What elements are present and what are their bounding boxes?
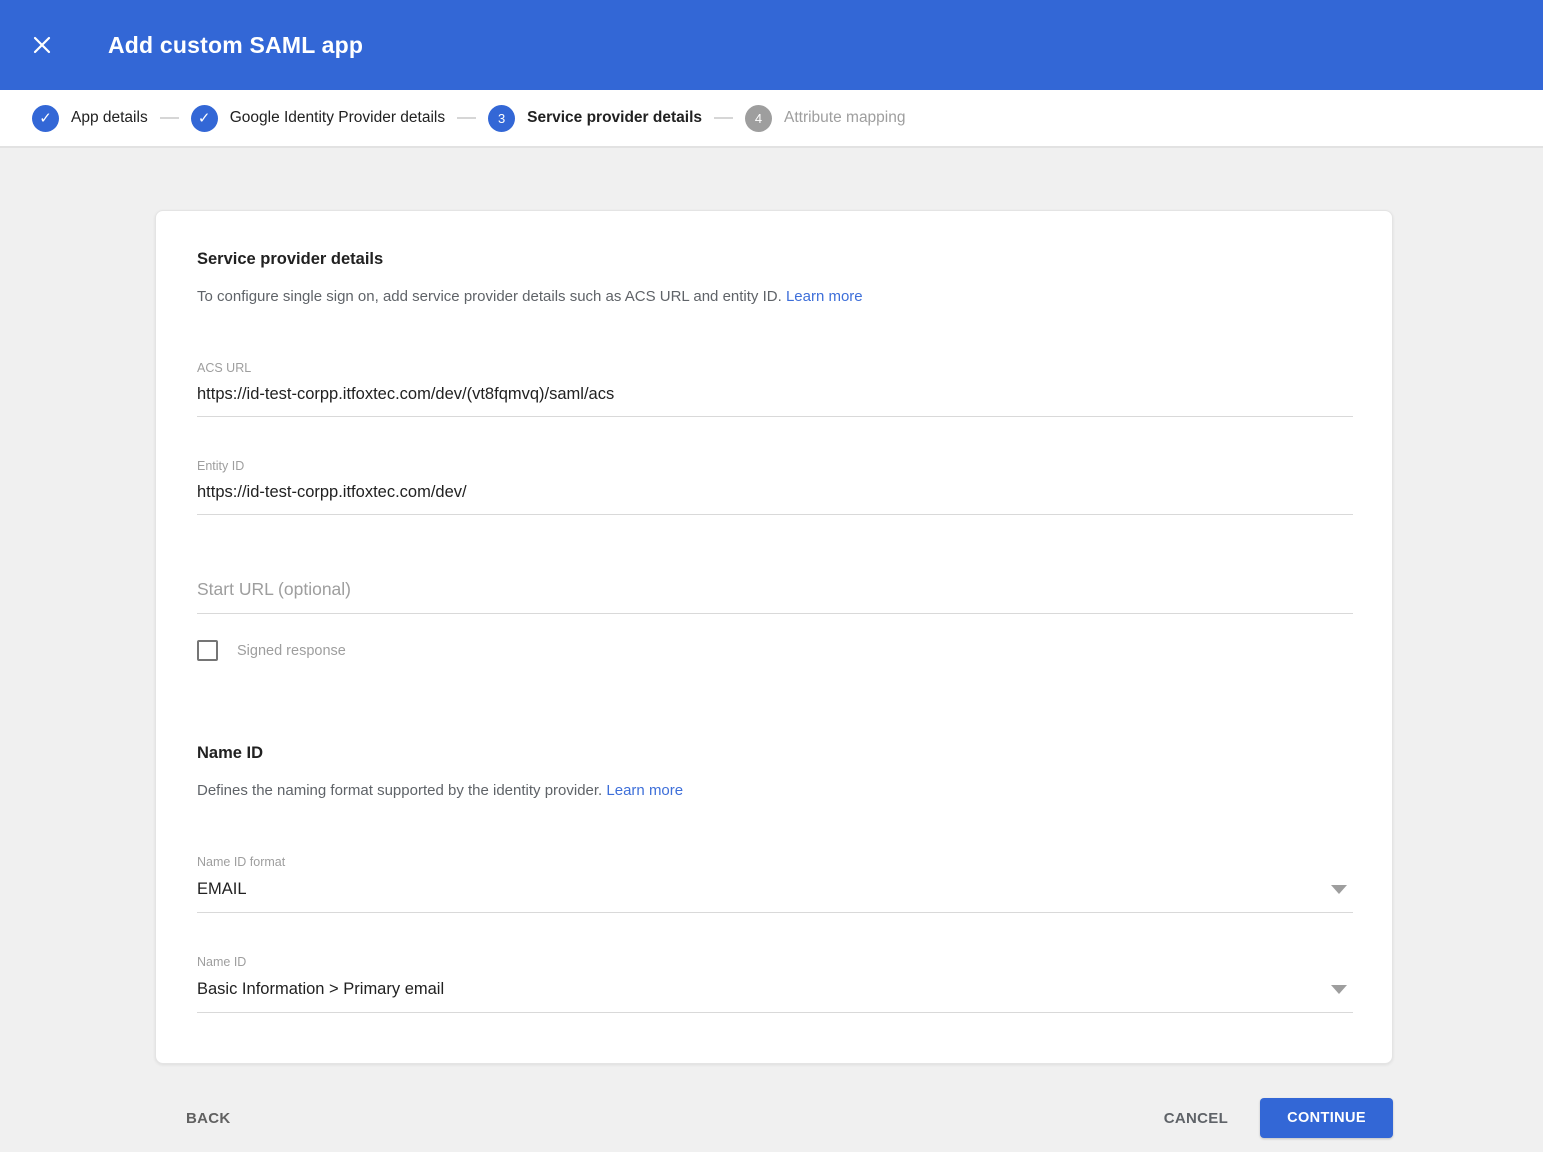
acs-url-label: ACS URL (197, 361, 1351, 375)
wizard-content: Service provider details To configure si… (0, 148, 1543, 1138)
step-app-details[interactable]: ✓ App details (32, 105, 148, 132)
name-id-format-field: Name ID format EMAIL (197, 855, 1351, 913)
name-id-value: Basic Information > Primary email (197, 980, 444, 998)
acs-url-input[interactable] (197, 385, 1353, 417)
entity-id-field: Entity ID (197, 459, 1351, 515)
start-url-input[interactable] (197, 579, 1353, 614)
entity-id-input[interactable] (197, 483, 1353, 515)
learn-more-link[interactable]: Learn more (786, 288, 863, 305)
wizard-stepper: ✓ App details ✓ Google Identity Provider… (0, 90, 1543, 148)
step-label: Service provider details (527, 109, 702, 127)
chevron-down-icon (1331, 985, 1347, 994)
section-title-service-provider: Service provider details (197, 249, 1351, 269)
wizard-footer: BACK CANCEL CONTINUE (155, 1098, 1393, 1138)
dialog-header: Add custom SAML app (0, 0, 1543, 90)
step-label: App details (71, 109, 148, 127)
continue-button[interactable]: CONTINUE (1260, 1098, 1393, 1138)
step-complete-icon: ✓ (191, 105, 218, 132)
signed-response-label: Signed response (237, 643, 346, 659)
step-complete-icon: ✓ (32, 105, 59, 132)
signed-response-row: Signed response (197, 640, 1351, 661)
step-connector (457, 117, 476, 119)
description-text: Defines the naming format supported by t… (197, 782, 602, 799)
step-google-idp-details[interactable]: ✓ Google Identity Provider details (191, 105, 445, 132)
step-label: Google Identity Provider details (230, 109, 445, 127)
name-id-description: Defines the naming format supported by t… (197, 781, 1351, 801)
name-id-label: Name ID (197, 955, 1351, 969)
step-number-badge: 4 (745, 105, 772, 132)
description-text: To configure single sign on, add service… (197, 288, 782, 305)
step-connector (714, 117, 733, 119)
acs-url-field: ACS URL (197, 361, 1351, 417)
section-description: To configure single sign on, add service… (197, 287, 1351, 307)
cancel-button[interactable]: CANCEL (1156, 1100, 1236, 1137)
start-url-field (197, 579, 1351, 614)
step-service-provider-details[interactable]: 3 Service provider details (488, 105, 702, 132)
name-id-format-select[interactable]: EMAIL (197, 879, 1353, 913)
name-id-select[interactable]: Basic Information > Primary email (197, 979, 1353, 1013)
section-title-name-id: Name ID (197, 743, 1351, 763)
check-icon: ✓ (39, 111, 52, 126)
entity-id-label: Entity ID (197, 459, 1351, 473)
dialog-title: Add custom SAML app (108, 32, 363, 59)
name-id-format-value: EMAIL (197, 880, 247, 898)
chevron-down-icon (1331, 885, 1347, 894)
step-attribute-mapping[interactable]: 4 Attribute mapping (745, 105, 906, 132)
name-id-field: Name ID Basic Information > Primary emai… (197, 955, 1351, 1013)
learn-more-link[interactable]: Learn more (606, 782, 683, 799)
step-number-badge: 3 (488, 105, 515, 132)
step-connector (160, 117, 179, 119)
back-button[interactable]: BACK (178, 1100, 239, 1137)
close-icon[interactable] (28, 31, 56, 59)
signed-response-checkbox[interactable] (197, 640, 218, 661)
step-label: Attribute mapping (784, 109, 906, 127)
check-icon: ✓ (198, 111, 211, 126)
name-id-format-label: Name ID format (197, 855, 1351, 869)
service-provider-card: Service provider details To configure si… (155, 210, 1393, 1064)
